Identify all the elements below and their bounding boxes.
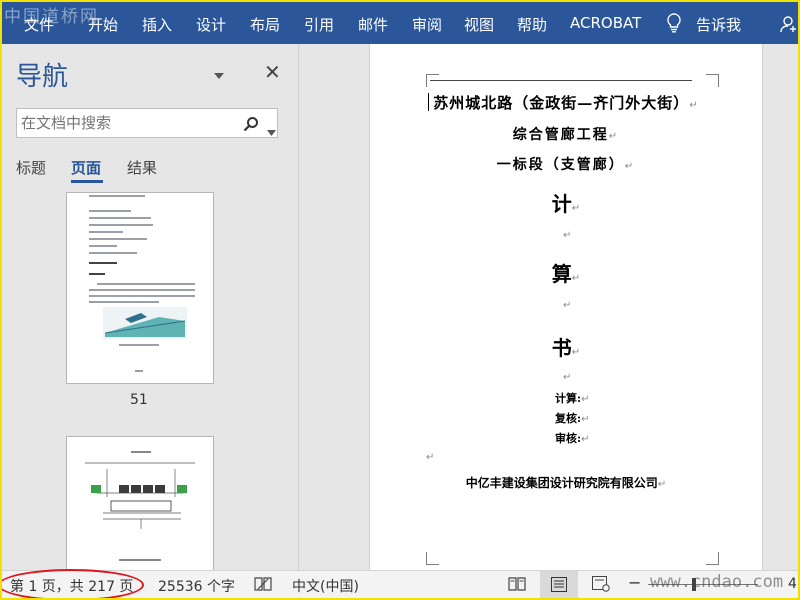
zoom-level-partial[interactable]: 4 [788, 576, 797, 592]
document-canvas[interactable]: 苏州城北路（金政街—齐门外大街）↵ 综合管廊工程↵ 一标段（支管廊）↵ 计↵ ↵… [299, 44, 798, 570]
tab-results[interactable]: 结果 [127, 157, 157, 178]
thumbnail-page-number: 51 [130, 392, 148, 408]
paragraph-mark: ↵ [563, 372, 572, 383]
crop-mark [706, 74, 719, 87]
doc-title-line-1: 苏州城北路（金政街—齐门外大街）↵ [433, 94, 699, 112]
thumbnail-preview-graphic [85, 451, 195, 561]
signature-approve: 审核:↵ [555, 432, 590, 445]
print-layout-icon [551, 577, 567, 596]
word-count-status[interactable]: 25536 个字 [158, 576, 235, 596]
active-tab-indicator [71, 180, 103, 183]
tab-mailings[interactable]: 邮件 [358, 14, 388, 35]
signature-calc: 计算:↵ [555, 392, 590, 405]
company-name: 中亿丰建设集团设计研究院有限公司↵ [465, 476, 667, 490]
share-person-icon[interactable] [780, 15, 798, 33]
crop-mark [426, 552, 439, 565]
tab-design[interactable]: 设计 [196, 14, 226, 35]
language-status[interactable]: 中文(中国) [292, 576, 359, 596]
paragraph-mark: ↵ [563, 300, 572, 311]
ribbon-tab-bar: 中国道桥网 文件 开始 插入 设计 布局 引用 邮件 审阅 视图 帮助 ACRO… [2, 2, 798, 44]
search-options-chevron-icon[interactable] [267, 121, 276, 140]
navigation-pane: 导航 ✕ 标题 页面 结果 [2, 44, 299, 570]
tab-pages[interactable]: 页面 [71, 157, 101, 178]
crop-mark [706, 552, 719, 565]
thumbnail-preview-graphic [89, 195, 195, 372]
close-icon[interactable]: ✕ [264, 60, 281, 84]
tab-file[interactable]: 文件 [24, 14, 54, 35]
zoom-out-button[interactable]: − [628, 573, 641, 592]
tab-headings[interactable]: 标题 [16, 157, 46, 178]
page-thumbnail-list: 51 [2, 192, 298, 570]
nav-search-box[interactable] [16, 108, 278, 138]
doc-heading-char: 算↵ [551, 262, 581, 286]
paragraph-mark: ↵ [426, 452, 435, 463]
doc-title-line-2: 综合管廊工程↵ [512, 127, 620, 143]
print-layout-button[interactable] [540, 571, 578, 598]
tab-acrobat[interactable]: ACROBAT [570, 14, 641, 32]
tab-insert[interactable]: 插入 [142, 14, 172, 35]
highlight-ellipse [2, 569, 144, 598]
proofing-book-icon[interactable] [254, 576, 272, 596]
nav-pane-title: 导航 [16, 62, 69, 92]
status-bar: 第 1 页，共 217 页 25536 个字 中文(中国) − www.cnda… [2, 569, 798, 598]
page-thumbnail[interactable] [66, 192, 214, 384]
doc-heading-char: 计↵ [551, 192, 581, 216]
tab-review[interactable]: 审阅 [412, 14, 442, 35]
tab-layout[interactable]: 布局 [250, 14, 280, 35]
tab-view[interactable]: 视图 [464, 14, 494, 35]
nav-menu-chevron-icon[interactable] [212, 66, 226, 79]
read-mode-icon[interactable] [508, 576, 526, 596]
search-icon[interactable] [243, 116, 259, 136]
tab-references[interactable]: 引用 [304, 14, 334, 35]
doc-title-line-3: 一标段（支管廊）↵ [496, 157, 636, 173]
tab-help[interactable]: 帮助 [517, 14, 547, 35]
signature-review: 复核:↵ [555, 412, 590, 425]
web-layout-icon[interactable] [592, 576, 610, 596]
paragraph-mark: ↵ [563, 230, 572, 241]
doc-heading-char: 书↵ [551, 336, 581, 360]
page-thumbnail[interactable] [66, 436, 214, 570]
lightbulb-icon[interactable] [666, 13, 682, 37]
tab-home[interactable]: 开始 [88, 14, 118, 35]
watermark-bottom: www.cndao.com [650, 572, 784, 592]
document-page[interactable]: 苏州城北路（金政街—齐门外大街）↵ 综合管廊工程↵ 一标段（支管廊）↵ 计↵ ↵… [369, 44, 763, 570]
header-rule [430, 80, 692, 81]
search-input[interactable] [21, 113, 233, 133]
word-window: 中国道桥网 文件 开始 插入 设计 布局 引用 邮件 审阅 视图 帮助 ACRO… [0, 0, 800, 600]
tell-me-search[interactable]: 告诉我 [696, 14, 741, 35]
